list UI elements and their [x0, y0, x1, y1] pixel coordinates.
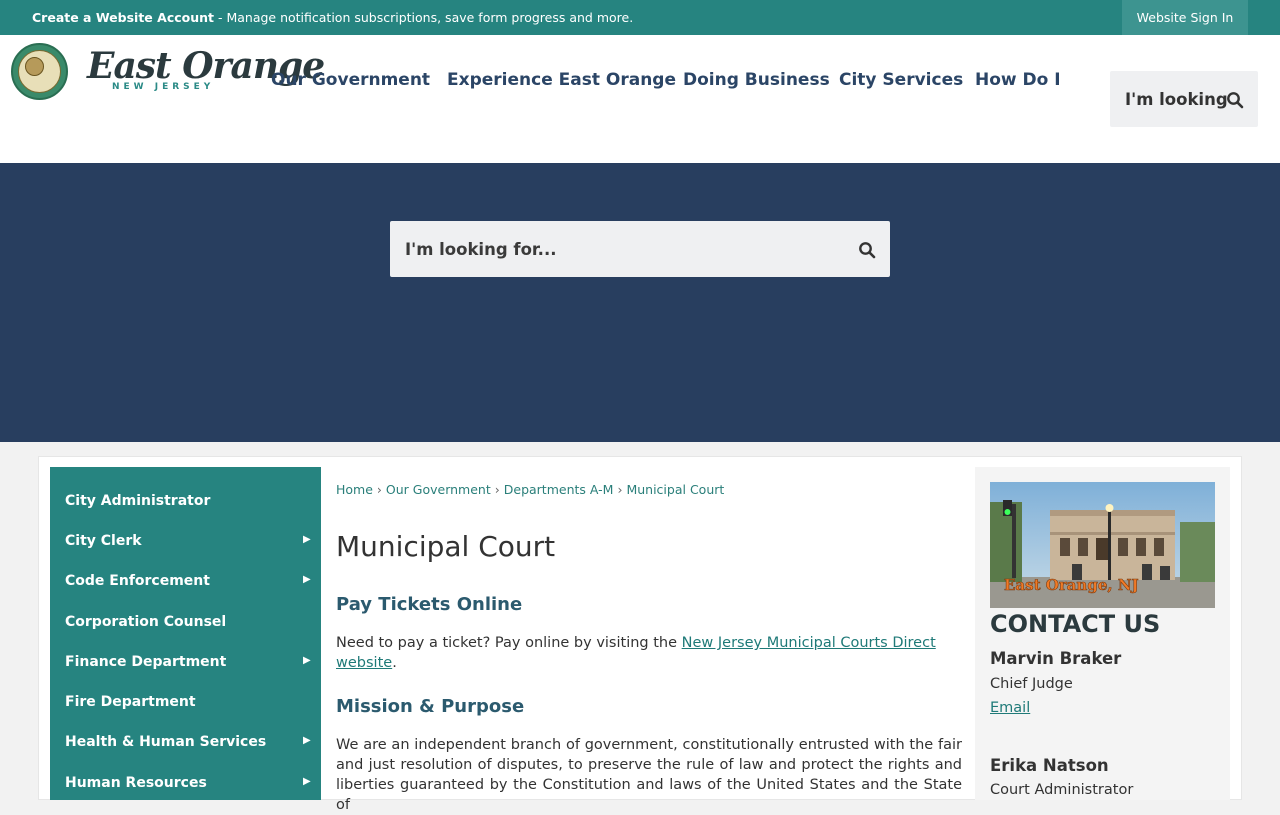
sidebar-item-label: Health & Human Services [65, 734, 267, 750]
breadcrumb-home[interactable]: Home [336, 482, 373, 497]
page-title: Municipal Court [336, 530, 556, 563]
sidebar-item-health-human-services[interactable]: Health & Human Services ▶ [65, 734, 321, 754]
contact-role: Chief Judge [990, 676, 1073, 692]
photo-caption: East Orange, NJ [1004, 576, 1139, 594]
breadcrumb: Home › Our Government › Departments A-M › Muni… [336, 482, 724, 497]
breadcrumb-separator: › [376, 482, 382, 497]
breadcrumb-departments[interactable]: Departments A-M [504, 482, 614, 497]
nav-experience-east-orange[interactable]: Experience East Orange [447, 70, 676, 90]
search-placeholder: I'm looking for... [405, 240, 557, 259]
sidebar-item-label: Corporation Counsel [65, 614, 227, 630]
breadcrumb-our-government[interactable]: Our Government [386, 482, 491, 497]
city-hall-photo: East Orange, NJ [990, 482, 1215, 608]
pay-tickets-heading: Pay Tickets Online [336, 594, 523, 615]
hero-banner: I'm looking for... [0, 163, 1280, 442]
create-account-link[interactable]: Create a Website Account [32, 10, 214, 25]
contact-role: Court Administrator [990, 782, 1134, 798]
breadcrumb-separator: › [617, 482, 623, 497]
search-input[interactable]: I'm looking for... [390, 221, 890, 277]
submenu-arrow-icon[interactable]: ▶ [303, 574, 311, 585]
submenu-arrow-icon[interactable]: ▶ [303, 534, 311, 545]
mission-heading: Mission & Purpose [336, 696, 525, 717]
account-message: Create a Website Account - Manage notifi… [32, 10, 633, 25]
contact-email-link[interactable]: Email [990, 700, 1030, 716]
nav-doing-business[interactable]: Doing Business [683, 70, 830, 90]
sidebar-item-corporation-counsel[interactable]: Corporation Counsel [65, 614, 321, 634]
top-notification-bar: Create a Website Account - Manage notifi… [0, 0, 1280, 35]
mission-text: We are an independent branch of governme… [336, 737, 962, 813]
nav-our-government[interactable]: Our Government [271, 70, 430, 90]
contact-name: Marvin Braker [990, 649, 1122, 668]
contact-heading: CONTACT US [990, 610, 1161, 638]
looking-button-label: I'm looking [1125, 90, 1228, 109]
logo-state: NEW JERSEY [112, 82, 215, 92]
search-icon [1227, 92, 1244, 109]
submenu-arrow-icon[interactable]: ▶ [303, 776, 311, 787]
department-sidebar: City Administrator City Clerk ▶ Code Enf… [50, 467, 321, 800]
nav-city-services[interactable]: City Services [839, 70, 963, 90]
website-sign-in-button[interactable]: Website Sign In [1122, 0, 1248, 35]
sidebar-item-label: City Clerk [65, 533, 142, 549]
pay-text-after: . [392, 655, 397, 671]
looking-search-button[interactable]: I'm looking [1110, 71, 1258, 127]
nav-how-do-i[interactable]: How Do I [975, 70, 1061, 90]
sidebar-item-city-administrator[interactable]: City Administrator [65, 493, 321, 513]
search-icon[interactable] [858, 241, 876, 259]
sidebar-item-label: City Administrator [65, 493, 211, 509]
pay-text-before: Need to pay a ticket? Pay online by visi… [336, 635, 682, 651]
breadcrumb-current[interactable]: Municipal Court [626, 482, 724, 497]
submenu-arrow-icon[interactable]: ▶ [303, 735, 311, 746]
contact-name: Erika Natson [990, 756, 1109, 775]
seal-center [25, 57, 44, 76]
sidebar-item-human-resources[interactable]: Human Resources ▶ [65, 775, 321, 795]
sidebar-item-city-clerk[interactable]: City Clerk ▶ [65, 533, 321, 553]
city-seal-logo[interactable] [11, 43, 68, 100]
sidebar-item-fire-department[interactable]: Fire Department [65, 694, 321, 714]
sidebar-item-label: Human Resources [65, 775, 207, 791]
sidebar-item-finance-department[interactable]: Finance Department ▶ [65, 654, 321, 674]
sidebar-item-label: Fire Department [65, 694, 196, 710]
submenu-arrow-icon[interactable]: ▶ [303, 655, 311, 666]
sidebar-item-label: Code Enforcement [65, 573, 210, 589]
breadcrumb-separator: › [494, 482, 500, 497]
pay-tickets-text: Need to pay a ticket? Pay online by visi… [336, 633, 936, 673]
site-header: East Orange NEW JERSEY Our Government Ex… [0, 35, 1280, 163]
sidebar-item-code-enforcement[interactable]: Code Enforcement ▶ [65, 573, 321, 593]
sidebar-item-label: Finance Department [65, 654, 227, 670]
account-message-text: - Manage notification subscriptions, sav… [214, 10, 634, 25]
